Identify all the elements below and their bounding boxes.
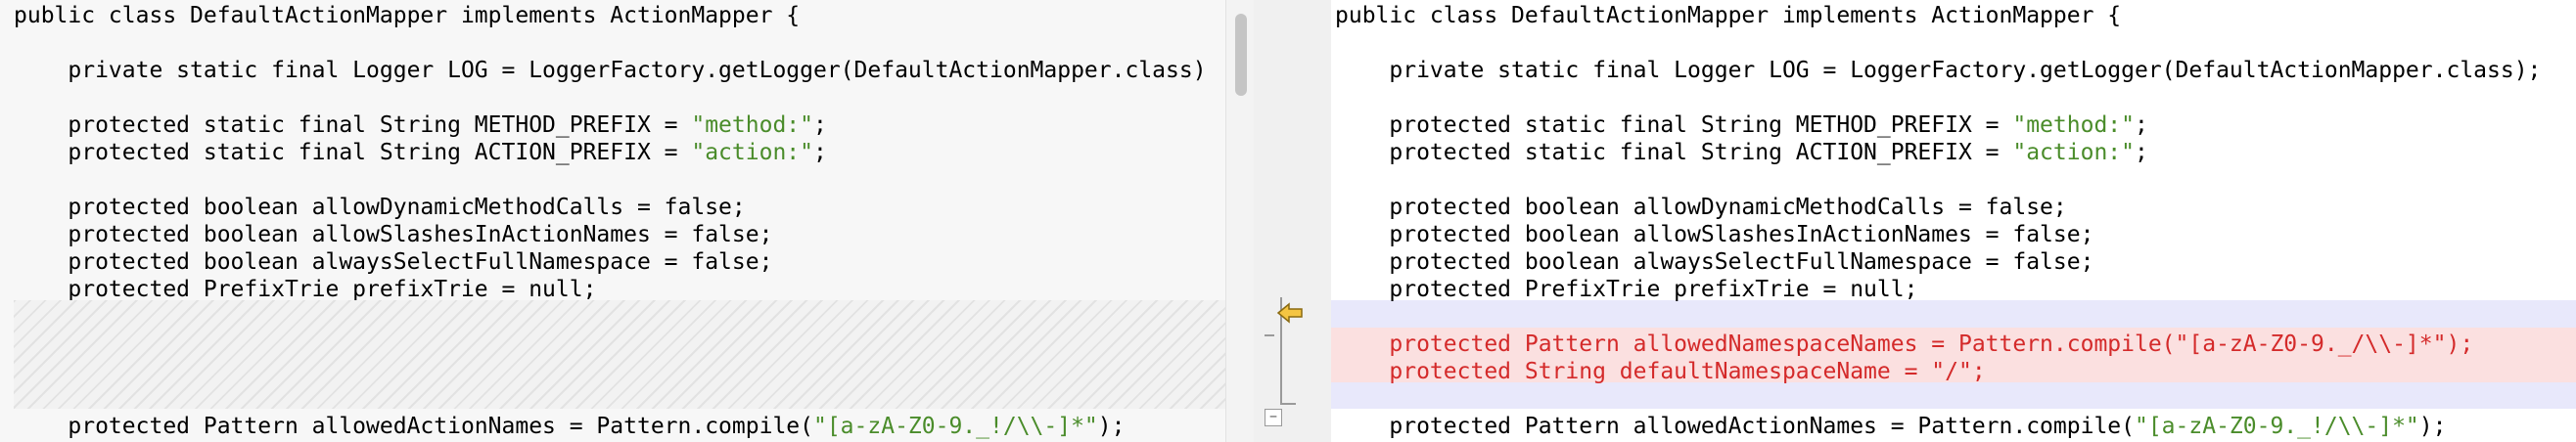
code-line: protected boolean alwaysSelectFullNamesp… — [0, 248, 1225, 276]
code-line: public class DefaultActionMapper impleme… — [1331, 2, 2576, 29]
code-token: protected PrefixTrie prefixTrie = null; — [14, 277, 597, 302]
merge-left-arrow-icon[interactable] — [1276, 301, 1306, 325]
code-token: protected Pattern allowedActionNames = P… — [1335, 414, 2135, 439]
code-line: protected boolean allowSlashesInActionNa… — [1331, 221, 2576, 248]
code-token: protected Pattern allowedActionNames = P… — [14, 414, 813, 439]
code-line: protected static final String ACTION_PRE… — [0, 139, 1225, 166]
code-token: protected static final String METHOD_PRE… — [1335, 112, 2013, 138]
code-token: public class DefaultActionMapper impleme… — [1335, 3, 2122, 28]
code-line: protected boolean allowDynamicMethodCall… — [1331, 194, 2576, 221]
collapse-minus-icon[interactable]: − — [1265, 409, 1282, 426]
code-token: ; — [2134, 140, 2148, 165]
code-line: protected static final String METHOD_PRE… — [1331, 111, 2576, 139]
code-line: protected Pattern allowedActionNames = P… — [1331, 413, 2576, 440]
code-token: protected boolean alwaysSelectFullNamesp… — [1335, 249, 2094, 275]
code-token: protected static final String ACTION_PRE… — [14, 140, 692, 165]
code-token: protected String defaultNamespaceName = … — [1335, 359, 1986, 384]
code-token: protected PrefixTrie prefixTrie = null; — [1335, 277, 1918, 302]
left-editor-pane[interactable]: public class DefaultActionMapper impleme… — [0, 0, 1225, 442]
string-literal: "method:" — [691, 112, 813, 138]
code-line: protected PrefixTrie prefixTrie = null; — [0, 276, 1225, 303]
right-context-band-bottom — [1331, 382, 2576, 409]
code-line: protected static final String ACTION_PRE… — [1331, 139, 2576, 166]
code-token: public class DefaultActionMapper impleme… — [14, 3, 801, 28]
string-literal: "action:" — [2012, 140, 2135, 165]
code-token: protected static final String METHOD_PRE… — [14, 112, 692, 138]
left-scrollbar-thumb[interactable] — [1235, 14, 1247, 96]
code-token: private static final Logger LOG = Logger… — [1335, 58, 2542, 83]
code-token: protected boolean alwaysSelectFullNamesp… — [14, 249, 773, 275]
code-token: protected static final String ACTION_PRE… — [1335, 140, 2013, 165]
right-editor-pane[interactable]: public class DefaultActionMapper impleme… — [1331, 0, 2576, 442]
code-token: ; — [2134, 112, 2148, 138]
changed-code-line: protected String defaultNamespaceName = … — [1331, 358, 2576, 385]
string-literal: "action:" — [691, 140, 813, 165]
code-line: protected Pattern allowedActionNames = P… — [0, 413, 1225, 440]
code-line: protected boolean allowDynamicMethodCall… — [0, 194, 1225, 221]
right-context-band-top — [1331, 300, 2576, 328]
code-line: protected boolean allowSlashesInActionNa… — [0, 221, 1225, 248]
code-line: protected PrefixTrie prefixTrie = null; — [1331, 276, 2576, 303]
code-token: protected boolean allowSlashesInActionNa… — [1335, 222, 2094, 247]
string-literal: "method:" — [2012, 112, 2135, 138]
code-line: protected boolean alwaysSelectFullNamesp… — [1331, 248, 2576, 276]
string-literal: "[a-zA-Z0-9._!/\\-]*" — [2134, 414, 2419, 439]
code-token: ); — [1097, 414, 1126, 439]
code-line: private static final Logger LOG = Logger… — [0, 57, 1225, 84]
code-line: protected static final String METHOD_PRE… — [0, 111, 1225, 139]
changed-code-line: protected Pattern allowedNamespaceNames … — [1331, 331, 2576, 358]
code-token: private static final Logger LOG = Logger… — [14, 58, 1207, 83]
code-token: ; — [812, 140, 827, 165]
code-token: ; — [812, 112, 827, 138]
code-token: protected boolean allowSlashesInActionNa… — [14, 222, 773, 247]
code-token: protected Pattern allowedNamespaceNames … — [1335, 332, 2474, 357]
left-empty-hatched-region — [14, 300, 1225, 409]
code-line: public class DefaultActionMapper impleme… — [0, 2, 1225, 29]
diff-connector-tick — [1265, 334, 1274, 336]
code-token: protected boolean allowDynamicMethodCall… — [1335, 195, 2067, 220]
code-token: protected boolean allowDynamicMethodCall… — [14, 195, 746, 220]
code-token: ); — [2418, 414, 2447, 439]
string-literal: "[a-zA-Z0-9._!/\\-]*" — [812, 414, 1098, 439]
code-line: private static final Logger LOG = Logger… — [1331, 57, 2576, 84]
